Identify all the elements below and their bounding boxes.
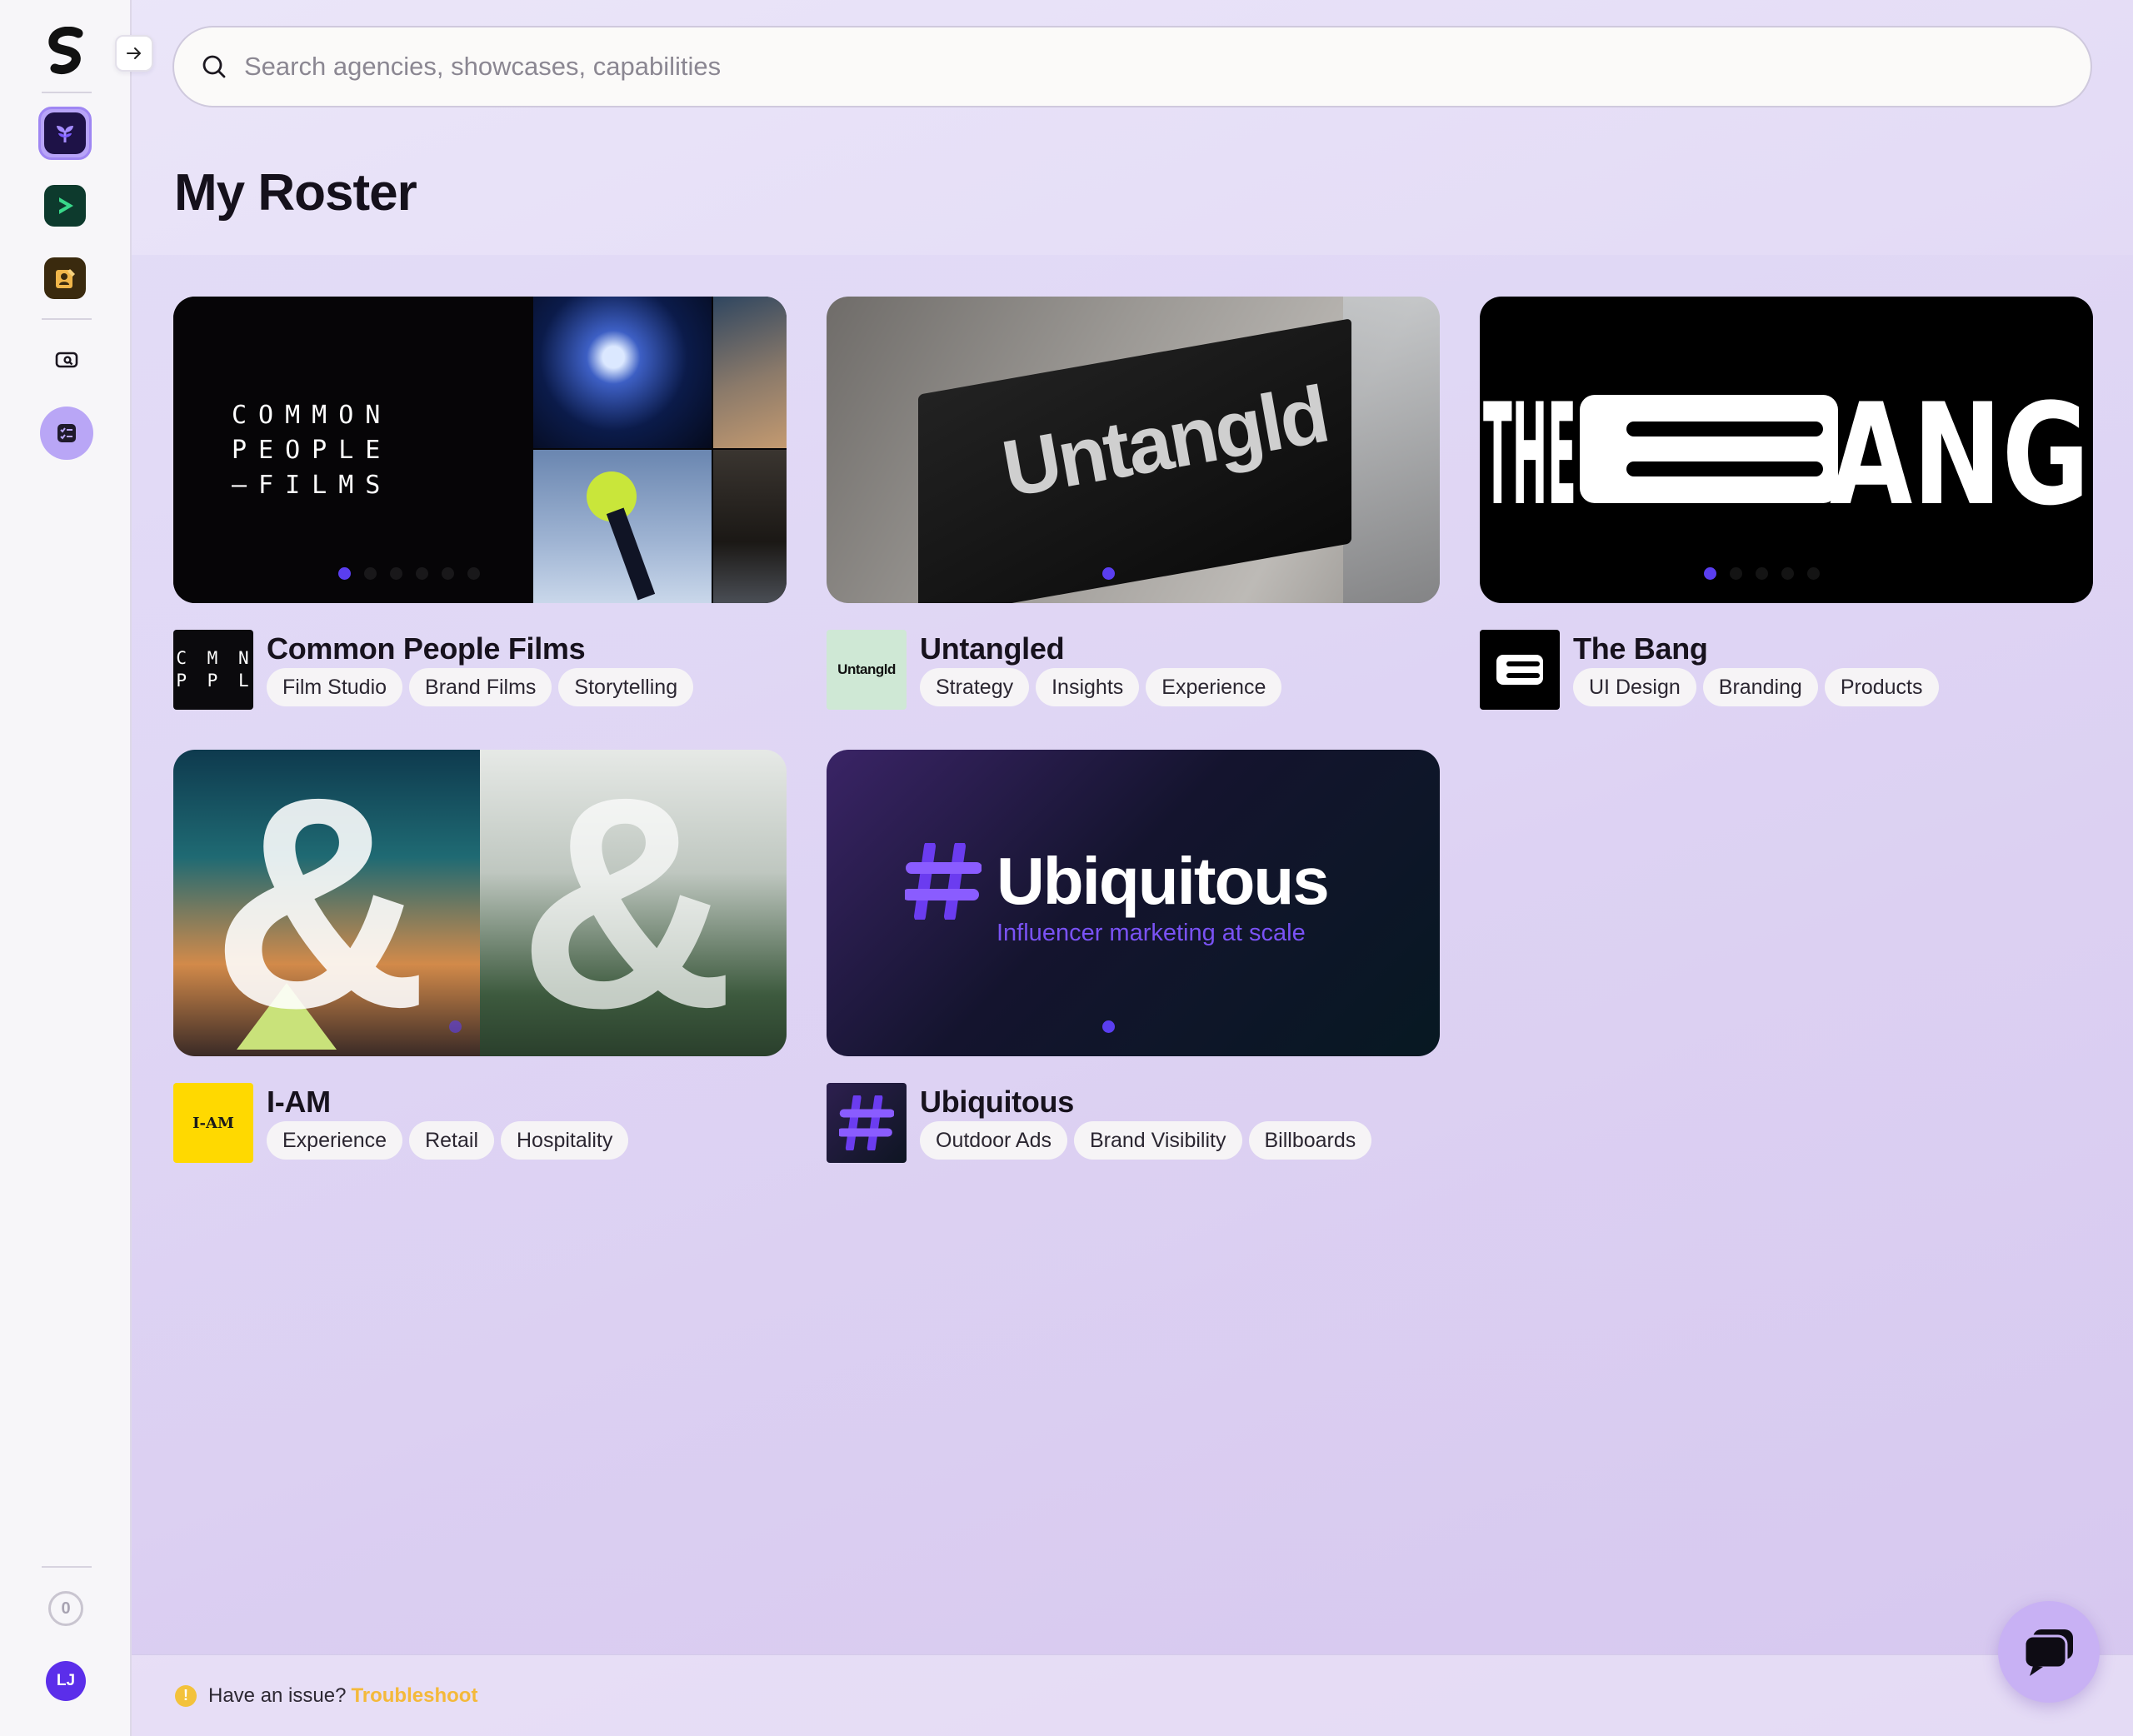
agency-card-ubiquitous[interactable]: Ubiquitous Influencer marketing at scale… [827,750,1440,1166]
agency-thumbnail[interactable]: THE ANG [1480,297,2093,603]
agency-card-i-am[interactable]: & & I-AM I-AM Experience Retail Hospital… [173,750,787,1166]
thumbnail-title: & [518,750,735,1056]
thumbnail-title: COMMON PEOPLE –FILMS [232,401,392,500]
arrow-right-icon [127,47,141,59]
agency-thumbnail[interactable]: Untangld [827,297,1440,603]
capability-tag[interactable]: UI Design [1573,668,1696,706]
carousel-dots[interactable] [173,567,787,580]
capability-tag[interactable]: Outdoor Ads [920,1121,1067,1160]
app-logo-icon[interactable] [45,27,88,77]
thumbnail-title: Ubiquitous [997,844,1330,918]
sidebar: 0 LJ [0,0,132,1736]
thumbnail-title: & [212,750,428,1056]
sidebar-item-contacts[interactable] [38,252,92,305]
avatar[interactable]: LJ [46,1661,86,1701]
sidebar-item-tasks[interactable] [40,407,93,460]
agency-thumbnail[interactable]: & & [173,750,787,1056]
photo-tile [713,450,787,603]
sidebar-item-wallet[interactable] [47,340,87,380]
carousel-dots[interactable] [827,1020,1440,1033]
capability-tags: Strategy Insights Experience [920,668,1282,706]
agency-thumbnail[interactable]: COMMON PEOPLE –FILMS [173,297,787,603]
bang-logo-icon [1496,655,1543,685]
capability-tag[interactable]: Retail [409,1121,494,1160]
footer-text: Have an issue? [208,1684,347,1707]
sidebar-divider [42,92,92,93]
agency-logo [827,1083,907,1163]
agency-name[interactable]: The Bang [1573,631,1708,666]
thumbnail-subtitle: Influencer marketing at scale [997,920,1306,946]
capability-tags: UI Design Branding Products [1573,668,1939,706]
contact-card-icon [56,269,75,288]
play-icon [59,197,73,214]
checklist-icon [57,424,76,442]
capability-tag[interactable]: Strategy [920,668,1030,706]
the-bang-wordmark-icon: THE ANG [1483,388,2090,513]
agency-name[interactable]: Common People Films [267,631,586,666]
hash-icon [905,843,982,920]
troubleshoot-link[interactable]: Troubleshoot [351,1684,477,1708]
capability-tag[interactable]: Experience [1146,668,1282,706]
carousel-dots[interactable] [1480,567,2093,580]
agency-thumbnail[interactable]: Ubiquitous Influencer marketing at scale [827,750,1440,1056]
capability-tag[interactable]: Branding [1702,668,1818,706]
agency-name[interactable]: I-AM [267,1085,331,1120]
agency-card-the-bang[interactable]: THE ANG The Bang UI Design Branding Prod… [1480,297,2093,713]
expand-sidebar-button[interactable] [115,35,153,72]
svg-text:ANG: ANG [1830,388,2090,513]
capability-tag[interactable]: Storytelling [558,668,694,706]
agency-logo: Untangld [827,630,907,710]
sidebar-divider [42,1566,92,1568]
search-bar[interactable] [172,26,2092,107]
credits-badge[interactable]: 0 [48,1591,83,1626]
capability-tag[interactable]: Insights [1036,668,1140,706]
photo-tile [713,297,787,448]
sprout-icon [57,126,73,142]
photo-tile [533,297,712,448]
sidebar-item-roster[interactable] [38,107,92,160]
agency-logo: C M N P P L [173,630,253,710]
capability-tag[interactable]: Hospitality [501,1121,629,1160]
carousel-dots[interactable] [173,1020,787,1033]
capability-tag[interactable]: Billboards [1248,1121,1372,1160]
agency-name[interactable]: Untangled [920,631,1065,666]
wallet-icon [55,352,78,368]
capability-tag[interactable]: Brand Visibility [1073,1121,1242,1160]
agency-card-common-people-films[interactable]: COMMON PEOPLE –FILMS C M N P P L Common … [173,297,787,713]
warning-icon: ! [175,1684,197,1707]
search-icon [202,55,226,78]
agency-name[interactable]: Ubiquitous [920,1085,1074,1120]
capability-tag[interactable]: Experience [267,1121,403,1160]
capability-tags: Film Studio Brand Films Storytelling [267,668,694,706]
agency-card-untangled[interactable]: Untangld Untangld Untangled Strategy Ins… [827,297,1440,713]
page-title: My Roster [174,164,417,222]
search-input[interactable] [244,52,1994,82]
hash-icon [839,1095,894,1150]
capability-tag[interactable]: Products [1824,668,1939,706]
chat-bubble-icon [2023,1629,2073,1676]
svg-text:THE: THE [1483,388,1576,513]
agency-logo: I-AM [173,1083,253,1163]
capability-tags: Outdoor Ads Brand Visibility Billboards [920,1121,1372,1160]
chat-button[interactable] [1998,1601,2100,1703]
agency-logo [1480,630,1560,710]
capability-tag[interactable]: Brand Films [409,668,552,706]
sidebar-item-showcases[interactable] [38,179,92,232]
capability-tags: Experience Retail Hospitality [267,1121,629,1160]
carousel-dots[interactable] [827,567,1440,580]
sidebar-divider [42,318,92,320]
footer: ! Have an issue? Troubleshoot [132,1654,2133,1736]
capability-tag[interactable]: Film Studio [267,668,403,706]
photo-tile [533,450,712,603]
